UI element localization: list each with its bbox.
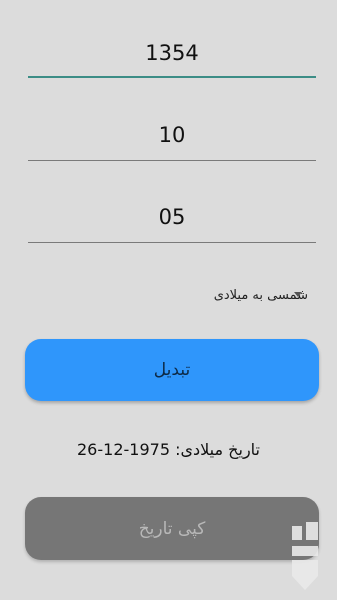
month-input-underline [28, 160, 316, 161]
day-input-underline [28, 242, 316, 243]
copy-date-button[interactable]: کپی تاریخ [25, 497, 319, 560]
year-input[interactable] [28, 36, 316, 70]
bazaar-logo-icon [292, 522, 318, 590]
conversion-type-spinner[interactable]: شمسی به میلادی [178, 282, 308, 308]
month-input[interactable] [28, 118, 316, 152]
chevron-down-icon [294, 292, 302, 297]
result-text: تاریخ میلادی: 1975-12-26 [77, 440, 260, 459]
convert-button[interactable]: تبدیل [25, 339, 319, 401]
day-input[interactable] [28, 200, 316, 234]
year-input-underline [28, 76, 316, 78]
